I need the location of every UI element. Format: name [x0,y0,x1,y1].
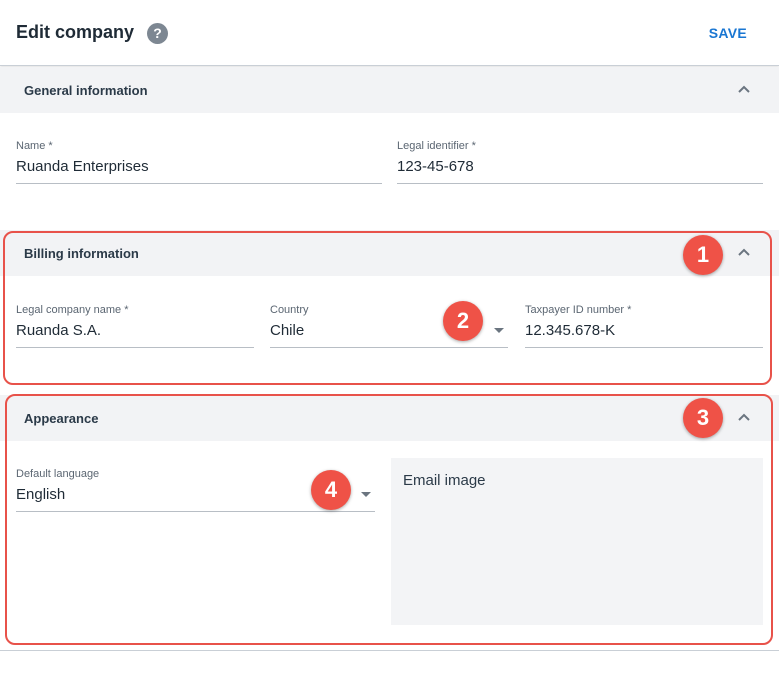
taxpayer-id-field[interactable]: Taxpayer ID number * 12.345.678-K [525,304,763,348]
page-title: Edit company [16,22,135,42]
legal-identifier-input[interactable]: 123-45-678 [397,158,474,175]
divider [0,650,779,651]
taxpayer-id-input[interactable]: 12.345.678-K [525,322,615,339]
dropdown-arrow-icon[interactable] [494,328,504,333]
default-language-label: Default language [16,468,100,480]
email-image-dropzone[interactable]: Email image [391,458,763,625]
default-language-value[interactable]: English [16,486,65,503]
country-value[interactable]: Chile [270,322,304,339]
app-header: Edit company ? SAVE [0,0,779,66]
legal-company-name-input[interactable]: Ruanda S.A. [16,322,101,339]
email-image-label: Email image [403,472,486,489]
section-appearance-header[interactable]: Appearance [0,395,779,441]
legal-company-name-field[interactable]: Legal company name * Ruanda S.A. [16,304,254,348]
taxpayer-id-label: Taxpayer ID number * [525,304,632,316]
help-icon[interactable]: ? [147,23,168,44]
section-appearance-title: Appearance [24,411,99,426]
section-billing-title: Billing information [24,246,139,261]
section-general-header[interactable]: General information [0,67,779,113]
legal-identifier-label: Legal identifier * [397,140,476,152]
legal-company-name-label: Legal company name * [16,304,129,316]
name-field[interactable]: Name * Ruanda Enterprises [16,140,382,184]
legal-identifier-field[interactable]: Legal identifier * 123-45-678 [397,140,763,184]
name-input[interactable]: Ruanda Enterprises [16,158,149,175]
name-label: Name * [16,140,53,152]
chevron-up-icon[interactable] [737,247,751,257]
annotation-badge-2: 2 [443,301,483,341]
section-billing-header[interactable]: Billing information [0,230,779,276]
chevron-up-icon[interactable] [737,84,751,94]
chevron-up-icon[interactable] [737,412,751,422]
dropdown-arrow-icon[interactable] [361,492,371,497]
country-label: Country [270,304,309,316]
annotation-badge-3: 3 [683,398,723,438]
annotation-badge-4: 4 [311,470,351,510]
annotation-badge-1: 1 [683,235,723,275]
save-button[interactable]: SAVE [709,25,747,41]
section-general-title: General information [24,83,148,98]
